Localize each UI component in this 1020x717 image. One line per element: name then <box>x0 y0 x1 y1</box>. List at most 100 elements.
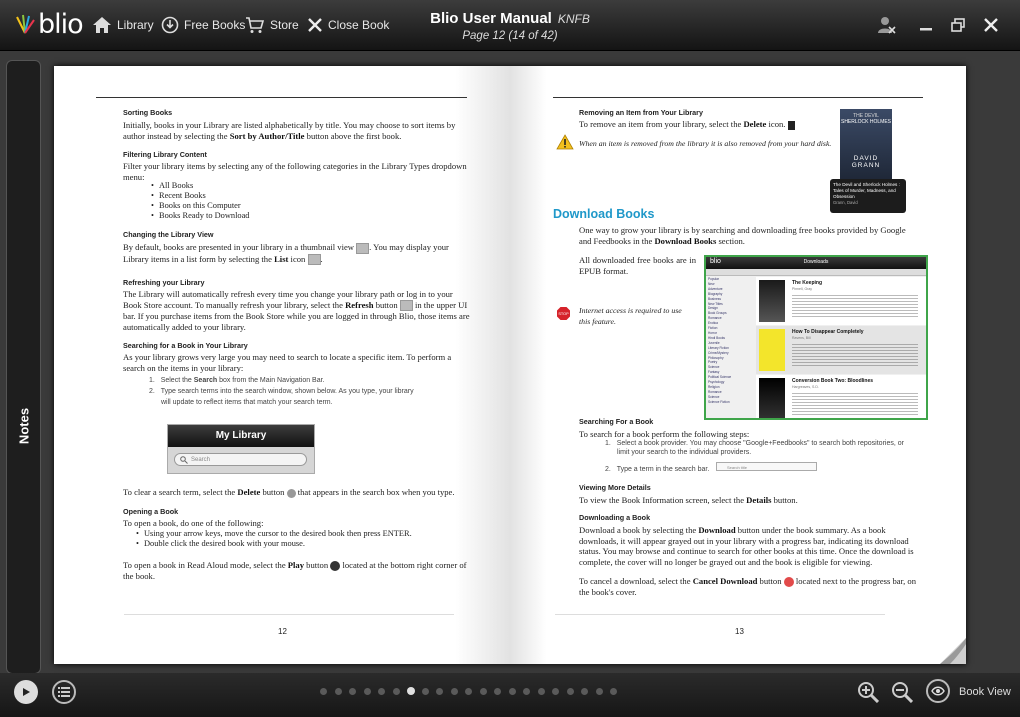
list-view-icon <box>307 254 321 266</box>
notes-tab[interactable]: Notes <box>6 60 41 674</box>
mock-search-field: Search <box>174 453 307 466</box>
toc-button[interactable] <box>52 680 76 704</box>
library-button[interactable]: Library <box>92 12 154 38</box>
paragraph-details: To view the Book Information screen, sel… <box>579 495 798 505</box>
paragraph-view: By default, books are presented in your … <box>123 242 449 266</box>
paragraph-refresh: The Library will automatically refresh e… <box>123 289 470 332</box>
page-dot[interactable] <box>320 688 327 695</box>
close-window-button[interactable] <box>981 14 1001 36</box>
open-list: Using your arrow keys, move the cursor t… <box>144 529 464 549</box>
heading-search: Searching for a Book in Your Library <box>123 341 248 350</box>
svg-text:STOP: STOP <box>558 312 569 316</box>
clear-x-icon <box>286 488 296 498</box>
search-icon <box>180 456 188 464</box>
store-button[interactable]: Store <box>245 12 299 38</box>
page-dot[interactable] <box>334 688 342 695</box>
library-label: Library <box>117 18 154 32</box>
list-item: Using your arrow keys, move the cursor t… <box>144 529 464 539</box>
page-dot[interactable] <box>392 688 400 695</box>
play-button[interactable] <box>14 680 38 704</box>
page-dot[interactable] <box>508 688 516 695</box>
page-dot[interactable] <box>494 688 501 695</box>
page-dot[interactable] <box>537 688 545 695</box>
paragraph-download: One way to grow your library is by searc… <box>579 225 906 246</box>
paragraph-read-aloud: To open a book in Read Aloud mode, selec… <box>123 560 467 582</box>
close-book-label: Close Book <box>328 18 390 32</box>
footer-rule <box>124 614 454 615</box>
view-mode-button[interactable] <box>926 679 950 703</box>
play-triangle-icon <box>23 688 30 696</box>
my-library-screenshot: My Library Search <box>167 424 315 474</box>
account-button[interactable] <box>876 14 896 36</box>
paragraph-epub: All downloaded free books are in EPUB fo… <box>579 255 696 276</box>
eye-icon <box>931 686 945 696</box>
header-rule <box>96 97 467 98</box>
page-dot[interactable] <box>552 688 559 695</box>
book-caption-box: The Devil and Sherlock Holmes : Tales of… <box>830 179 906 213</box>
blio-logo-text: blio <box>38 8 84 40</box>
download-icon <box>161 16 179 34</box>
page-dot[interactable] <box>479 688 487 695</box>
view-mode-label: Book View <box>959 686 1011 698</box>
list-item: 2. Type search terms into the search win… <box>149 388 414 406</box>
trash-icon <box>787 120 795 130</box>
heading-remove: Removing an Item from Your Library <box>579 108 703 117</box>
zoom-in-button[interactable] <box>856 680 880 704</box>
notes-label: Notes <box>16 407 32 445</box>
page-number: 13 <box>735 627 744 636</box>
filter-list: All Books Recent Books Books on this Com… <box>159 181 250 221</box>
close-window-icon <box>984 18 998 32</box>
shot-book-row: Conversion Book Two: Bloodlines Hargreav… <box>756 375 926 418</box>
left-page: Sorting Books Initially, books in your L… <box>54 66 510 664</box>
list-item: Double click the desired book with your … <box>144 539 464 549</box>
paragraph-filtering: Filter your library items by selecting a… <box>123 161 467 182</box>
mock-search-placeholder: Search <box>191 457 211 463</box>
free-books-button[interactable]: Free Books <box>161 12 245 38</box>
close-book-button[interactable]: Close Book <box>307 12 389 38</box>
close-x-icon <box>308 18 322 32</box>
page-dot[interactable] <box>523 688 530 695</box>
zoom-out-button[interactable] <box>890 680 914 704</box>
page-dot[interactable] <box>378 688 385 695</box>
warning-text: When an item is removed from the library… <box>579 139 832 148</box>
user-remove-icon <box>878 17 896 34</box>
page-dot[interactable] <box>436 688 443 695</box>
my-library-title: My Library <box>168 425 314 447</box>
page-dot[interactable] <box>407 687 415 695</box>
page-dot[interactable] <box>363 688 371 695</box>
restore-icon <box>951 18 965 32</box>
heading-open: Opening a Book <box>123 507 179 516</box>
refresh-icon <box>399 300 413 312</box>
page-curl-icon[interactable] <box>940 638 966 664</box>
page-dot[interactable] <box>349 688 356 695</box>
page-dot[interactable] <box>595 688 603 695</box>
page-dot[interactable] <box>610 688 617 695</box>
page-number: 12 <box>278 627 287 636</box>
paragraph-search: As your library grows very large you may… <box>123 352 452 373</box>
book-cover-image: THE DEVIL SHERLOCK HOLMES DAVID GRANN <box>840 109 892 179</box>
heading-downloading: Downloading a Book <box>579 513 651 522</box>
page-dot[interactable] <box>450 688 458 695</box>
store-label: Store <box>270 18 299 32</box>
list-item: Books on this Computer <box>159 201 250 211</box>
shot-book-cover <box>759 329 785 371</box>
mock-small-search: Search title <box>716 462 817 471</box>
list-icon <box>58 687 70 697</box>
minimize-icon <box>920 28 932 31</box>
shot-category-list: Popular New Adventure Biography Business New … <box>708 277 754 405</box>
page-dot[interactable] <box>421 688 429 695</box>
minimize-button[interactable] <box>916 14 936 36</box>
shot-category-item: Science Fiction <box>708 399 730 404</box>
page-dot[interactable] <box>465 688 472 695</box>
paragraph-cancel: To cancel a download, select the Cancel … <box>579 576 916 598</box>
page-dot[interactable] <box>566 688 574 695</box>
paragraph-downloading: Download a book by selecting the Downloa… <box>579 525 914 567</box>
restore-button[interactable] <box>948 14 968 36</box>
page-dot[interactable] <box>581 688 588 695</box>
warning-icon <box>556 134 574 150</box>
blio-sparkle-icon <box>16 14 35 34</box>
paragraph-open: To open a book, do one of the following: <box>123 518 264 528</box>
heading-refresh: Refreshing your Library <box>123 278 205 287</box>
book-spread: Sorting Books Initially, books in your L… <box>54 66 966 664</box>
shot-book-row: The Keeping Pinnell, Gray <box>756 277 926 325</box>
